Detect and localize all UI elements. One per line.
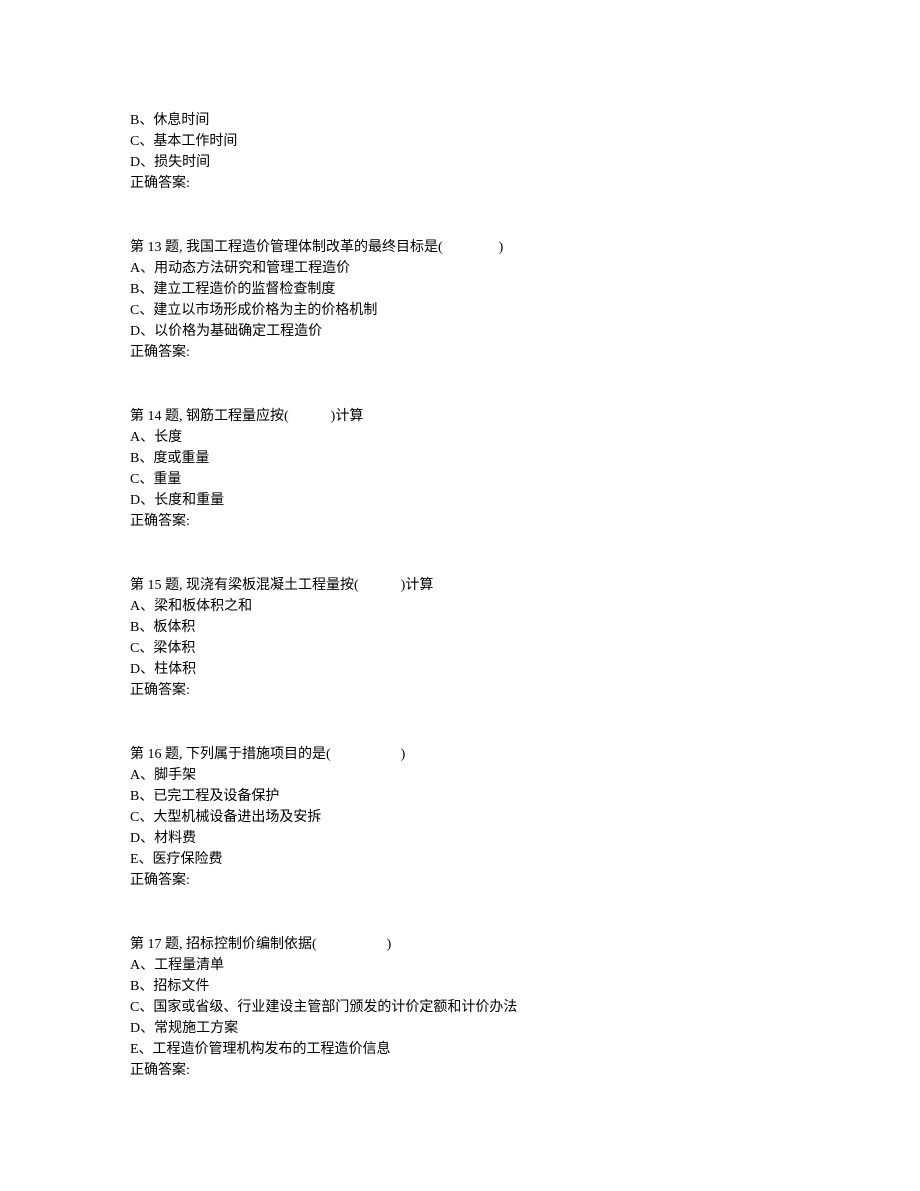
- question-14: 第 14 题, 钢筋工程量应按( )计算 A、长度 B、度或重量 C、重量 D、…: [130, 406, 790, 532]
- option-b: B、已完工程及设备保护: [130, 786, 790, 807]
- option-a: A、梁和板体积之和: [130, 596, 790, 617]
- question-12-partial: B、休息时间 C、基本工作时间 D、损失时间 正确答案:: [130, 110, 790, 194]
- option-b: B、板体积: [130, 617, 790, 638]
- answer-label: 正确答案:: [130, 1060, 790, 1081]
- option-d: D、损失时间: [130, 152, 790, 173]
- option-d: D、柱体积: [130, 659, 790, 680]
- option-d: D、材料费: [130, 828, 790, 849]
- option-c: C、重量: [130, 469, 790, 490]
- question-text: 第 16 题, 下列属于措施项目的是( ): [130, 744, 790, 765]
- question-16: 第 16 题, 下列属于措施项目的是( ) A、脚手架 B、已完工程及设备保护 …: [130, 744, 790, 891]
- question-text: 第 15 题, 现浇有梁板混凝土工程量按( )计算: [130, 575, 790, 596]
- option-d: D、长度和重量: [130, 490, 790, 511]
- question-17: 第 17 题, 招标控制价编制依据( ) A、工程量清单 B、招标文件 C、国家…: [130, 934, 790, 1081]
- answer-label: 正确答案:: [130, 342, 790, 363]
- option-d: D、以价格为基础确定工程造价: [130, 321, 790, 342]
- answer-label: 正确答案:: [130, 680, 790, 701]
- option-c: C、建立以市场形成价格为主的价格机制: [130, 300, 790, 321]
- option-a: A、用动态方法研究和管理工程造价: [130, 258, 790, 279]
- option-a: A、脚手架: [130, 765, 790, 786]
- answer-label: 正确答案:: [130, 173, 790, 194]
- question-text: 第 14 题, 钢筋工程量应按( )计算: [130, 406, 790, 427]
- question-text: 第 13 题, 我国工程造价管理体制改革的最终目标是( ): [130, 237, 790, 258]
- answer-label: 正确答案:: [130, 511, 790, 532]
- option-b: B、休息时间: [130, 110, 790, 131]
- question-text: 第 17 题, 招标控制价编制依据( ): [130, 934, 790, 955]
- option-b: B、建立工程造价的监督检查制度: [130, 279, 790, 300]
- option-c: C、基本工作时间: [130, 131, 790, 152]
- answer-label: 正确答案:: [130, 870, 790, 891]
- option-e: E、工程造价管理机构发布的工程造价信息: [130, 1039, 790, 1060]
- option-e: E、医疗保险费: [130, 849, 790, 870]
- option-c: C、大型机械设备进出场及安拆: [130, 807, 790, 828]
- option-a: A、长度: [130, 427, 790, 448]
- question-15: 第 15 题, 现浇有梁板混凝土工程量按( )计算 A、梁和板体积之和 B、板体…: [130, 575, 790, 701]
- option-a: A、工程量清单: [130, 955, 790, 976]
- option-b: B、度或重量: [130, 448, 790, 469]
- option-c: C、国家或省级、行业建设主管部门颁发的计价定额和计价办法: [130, 997, 790, 1018]
- option-b: B、招标文件: [130, 976, 790, 997]
- option-d: D、常规施工方案: [130, 1018, 790, 1039]
- question-13: 第 13 题, 我国工程造价管理体制改革的最终目标是( ) A、用动态方法研究和…: [130, 237, 790, 363]
- option-c: C、梁体积: [130, 638, 790, 659]
